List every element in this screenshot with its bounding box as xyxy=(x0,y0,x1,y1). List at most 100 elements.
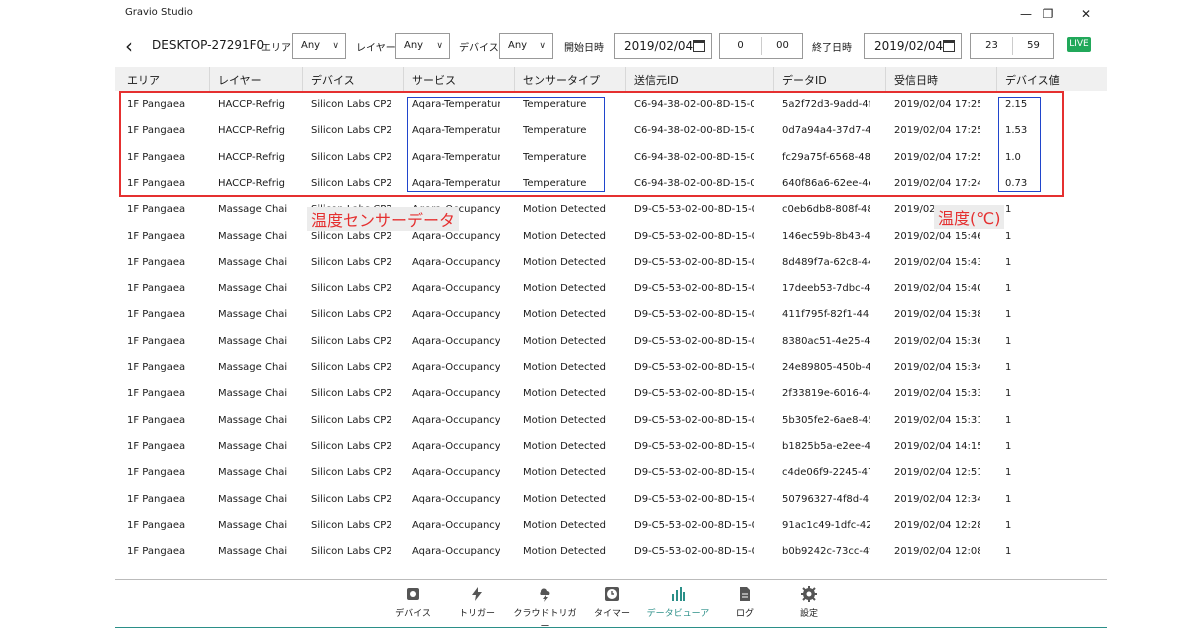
cell-source-id: D9-C5-53-02-00-8D-15-0 xyxy=(634,335,754,347)
cell-sensor-type: Motion Detected xyxy=(523,388,606,400)
calendar-icon xyxy=(943,40,955,52)
nav-item-cloud-lightning[interactable]: クラウドトリガー xyxy=(510,584,580,628)
table-row[interactable]: 1F Pangaea Massage Chai Silicon Labs CP2 Aq… xyxy=(115,303,1107,329)
filter-toolbar: ‹ DESKTOP-27291F0 エリア Any ∨ レイヤー Any ∨ デ… xyxy=(115,30,1107,64)
device-select-value: Any xyxy=(508,40,528,51)
cell-source-id: D9-C5-53-02-00-8D-15-0 xyxy=(634,440,754,452)
column-header-data-id[interactable]: データID xyxy=(782,72,827,88)
device-select[interactable]: Any ∨ xyxy=(499,33,553,59)
cell-layer: Massage Chai xyxy=(218,362,288,373)
table-row[interactable]: 1F Pangaea Massage Chai Silicon Labs CP2 Aq… xyxy=(115,382,1107,408)
table-row[interactable]: 1F Pangaea Massage Chai Silicon Labs CP2 Aq… xyxy=(115,277,1107,303)
nav-item-label: データビューア xyxy=(646,609,710,619)
column-header-device-value[interactable]: デバイス値 xyxy=(1005,72,1060,88)
cell-layer: Massage Chai xyxy=(218,440,288,452)
cell-received-at: 2019/02/04 15:40: xyxy=(894,283,980,295)
cell-service: Aqara-Occupancy xyxy=(412,283,500,295)
cell-layer: Massage Chai xyxy=(218,309,288,321)
cell-device-value: 1 xyxy=(1005,414,1012,426)
cell-service: Aqara-Occupancy xyxy=(412,388,500,400)
table-row[interactable]: 1F Pangaea Massage Chai Silicon Labs CP2 Aq… xyxy=(115,488,1107,514)
end-minute: 59 xyxy=(1027,40,1040,51)
cell-layer: Massage Chai xyxy=(218,283,288,295)
cell-device: Silicon Labs CP2 xyxy=(311,335,391,347)
column-separator[interactable] xyxy=(996,67,997,91)
cell-layer: Massage Chai xyxy=(218,204,288,216)
cell-layer: Massage Chai xyxy=(218,388,288,400)
column-separator[interactable] xyxy=(514,67,515,91)
column-header-sensor-type[interactable]: センサータイプ xyxy=(523,72,600,88)
cell-layer: Massage Chai xyxy=(218,546,288,558)
column-header-received-at[interactable]: 受信日時 xyxy=(894,72,938,88)
cell-device: Silicon Labs CP2 xyxy=(311,309,391,321)
back-arrow-icon[interactable]: ‹ xyxy=(125,34,133,58)
cell-sensor-type: Motion Detected xyxy=(523,493,606,505)
cell-sensor-type: Motion Detected xyxy=(523,440,606,452)
cell-source-id: D9-C5-53-02-00-8D-15-0 xyxy=(634,204,754,216)
nav-item-bar-chart[interactable]: データビューア xyxy=(646,584,710,624)
column-separator[interactable] xyxy=(885,67,886,91)
bottom-nav: デバイス トリガー クラウドトリガー タイマー データビューア ログ 設定 xyxy=(115,579,1107,628)
column-separator[interactable] xyxy=(773,67,774,91)
table-row[interactable]: 1F Pangaea Massage Chai Silicon Labs CP2 Aq… xyxy=(115,461,1107,487)
column-header-layer[interactable]: レイヤー xyxy=(218,72,262,88)
cell-sensor-type: Motion Detected xyxy=(523,256,606,268)
cell-sensor-type: Motion Detected xyxy=(523,519,606,531)
restore-icon[interactable]: ❐ xyxy=(1033,4,1063,24)
column-header-source-id[interactable]: 送信元ID xyxy=(634,72,679,88)
table-row[interactable]: 1F Pangaea Massage Chai Silicon Labs CP2 Aq… xyxy=(115,356,1107,382)
start-date-picker[interactable]: 2019/02/04 xyxy=(614,33,712,59)
cell-area: 1F Pangaea xyxy=(127,283,186,295)
table-row[interactable]: 1F Pangaea Massage Chai Silicon Labs CP2 Aq… xyxy=(115,435,1107,461)
nav-item-label: タイマー xyxy=(593,609,630,619)
nav-item-gear-device[interactable]: デバイス xyxy=(391,584,435,624)
cell-sensor-type: Motion Detected xyxy=(523,309,606,321)
cell-service: Aqara-Occupancy xyxy=(412,440,500,452)
column-separator[interactable] xyxy=(209,67,210,91)
cell-source-id: D9-C5-53-02-00-8D-15-0 xyxy=(634,493,754,505)
cell-source-id: D9-C5-53-02-00-8D-15-0 xyxy=(634,467,754,479)
table-row[interactable]: 1F Pangaea Massage Chai Silicon Labs CP2 Aq… xyxy=(115,540,1107,566)
layer-select[interactable]: Any ∨ xyxy=(395,33,450,59)
table-row[interactable]: 1F Pangaea Massage Chai Silicon Labs CP2 Aq… xyxy=(115,251,1107,277)
cell-source-id: D9-C5-53-02-00-8D-15-0 xyxy=(634,283,754,295)
cell-device: Silicon Labs CP2 xyxy=(311,493,391,505)
highlight-service-sensor-columns xyxy=(407,97,605,192)
column-header-area[interactable]: エリア xyxy=(127,72,160,88)
end-time-picker[interactable]: 23 59 xyxy=(970,33,1054,59)
gear-device-icon xyxy=(405,586,421,602)
nav-item-clock[interactable]: タイマー xyxy=(590,584,634,624)
start-time-picker[interactable]: 0 00 xyxy=(719,33,803,59)
chevron-down-icon: ∨ xyxy=(436,41,443,51)
column-header-service[interactable]: サービス xyxy=(412,72,456,88)
nav-item-label: トリガー xyxy=(458,609,495,619)
highlight-value-column xyxy=(998,97,1041,192)
end-date-picker[interactable]: 2019/02/04 xyxy=(864,33,962,59)
cell-received-at: 2019/02/04 12:08: xyxy=(894,546,980,558)
cell-device: Silicon Labs CP2 xyxy=(311,467,391,479)
cell-area: 1F Pangaea xyxy=(127,362,186,373)
column-separator[interactable] xyxy=(403,67,404,91)
cell-data-id: 8380ac51-4e25-4f xyxy=(782,335,870,347)
area-select[interactable]: Any ∨ xyxy=(292,33,346,59)
cell-sensor-type: Motion Detected xyxy=(523,283,606,295)
cell-data-id: c0eb6db8-808f-48 xyxy=(782,204,870,216)
table-row[interactable]: 1F Pangaea Massage Chai Silicon Labs CP2 Aq… xyxy=(115,409,1107,435)
close-icon[interactable]: ✕ xyxy=(1071,4,1101,24)
area-label: エリア xyxy=(261,43,291,54)
nav-item-lightning[interactable]: トリガー xyxy=(455,584,499,624)
live-button[interactable]: LIVE xyxy=(1067,37,1091,52)
column-separator[interactable] xyxy=(625,67,626,91)
nav-item-document[interactable]: ログ xyxy=(725,584,765,624)
table-row[interactable]: 1F Pangaea Massage Chai Silicon Labs CP2 Aq… xyxy=(115,330,1107,356)
column-separator[interactable] xyxy=(302,67,303,91)
nav-item-gear[interactable]: 設定 xyxy=(787,584,831,624)
cell-layer: Massage Chai xyxy=(218,256,288,268)
table-row[interactable]: 1F Pangaea Massage Chai Silicon Labs CP2 Aq… xyxy=(115,514,1107,540)
cell-service: Aqara-Occupancy xyxy=(412,467,500,479)
column-header-device[interactable]: デバイス xyxy=(311,72,355,88)
cell-source-id: D9-C5-53-02-00-8D-15-0 xyxy=(634,230,754,242)
cell-received-at: 2019/02/04 12:51: xyxy=(894,467,980,479)
cell-area: 1F Pangaea xyxy=(127,440,186,452)
cell-source-id: D9-C5-53-02-00-8D-15-0 xyxy=(634,309,754,321)
